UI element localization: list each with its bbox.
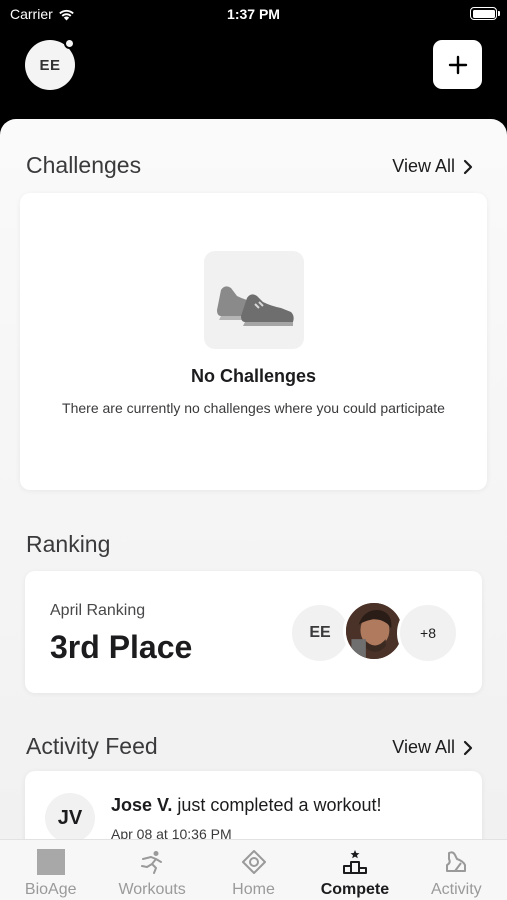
add-button[interactable] bbox=[433, 40, 482, 89]
bioage-icon bbox=[36, 848, 66, 876]
tab-home[interactable]: Home bbox=[203, 840, 304, 900]
person-photo-icon bbox=[346, 603, 402, 659]
participant-avatar: EE bbox=[289, 602, 351, 664]
ranking-heading: Ranking bbox=[26, 531, 111, 557]
podium-icon bbox=[340, 848, 370, 876]
sneakers-illustration bbox=[204, 251, 304, 349]
ranking-card[interactable]: April Ranking 3rd Place EE +8 bbox=[25, 571, 482, 693]
more-participants-count: +8 bbox=[397, 602, 459, 664]
tab-label: BioAge bbox=[24, 881, 77, 898]
activity-feed-view-all-link[interactable]: View All bbox=[392, 737, 473, 758]
empty-state-description: There are currently no challenges where … bbox=[62, 400, 445, 416]
view-all-label: View All bbox=[392, 156, 455, 176]
battery-icon bbox=[470, 7, 500, 20]
tab-label: Compete bbox=[320, 881, 390, 898]
view-all-label: View All bbox=[392, 737, 455, 757]
feed-action: just completed a workout! bbox=[177, 795, 382, 815]
main-content: Challenges View All No Challenges There … bbox=[0, 119, 507, 900]
empty-state-title: No Challenges bbox=[190, 366, 317, 386]
tab-bar: BioAge Workouts Home Compete Activity bbox=[0, 839, 507, 900]
tab-bioage[interactable]: BioAge bbox=[0, 840, 101, 900]
challenges-heading: Challenges bbox=[26, 152, 142, 178]
feed-user-avatar: JV bbox=[45, 793, 95, 843]
tab-label: Workouts bbox=[118, 881, 186, 898]
running-figure-icon bbox=[137, 848, 167, 876]
feed-user-name: Jose V. bbox=[111, 795, 173, 815]
tab-compete[interactable]: Compete bbox=[304, 840, 405, 900]
notification-dot bbox=[64, 38, 75, 49]
challenges-card: No Challenges There are currently no cha… bbox=[20, 193, 487, 490]
tab-label: Home bbox=[232, 881, 275, 898]
plus-icon bbox=[448, 55, 467, 74]
sneaker-icon bbox=[217, 286, 294, 326]
feed-item-text: Jose V. just completed a workout! bbox=[111, 795, 382, 816]
challenges-view-all-link[interactable]: View All bbox=[392, 156, 473, 177]
tab-activity[interactable]: Activity bbox=[406, 840, 507, 900]
tab-workouts[interactable]: Workouts bbox=[101, 840, 202, 900]
chevron-right-icon bbox=[463, 159, 473, 174]
home-target-icon bbox=[239, 848, 269, 876]
chevron-right-icon bbox=[463, 740, 473, 755]
ranking-period-label: April Ranking bbox=[50, 602, 146, 619]
activity-icon bbox=[441, 848, 471, 876]
ranking-place: 3rd Place bbox=[50, 629, 193, 665]
status-bar: Carrier 1:37 PM bbox=[0, 0, 507, 28]
clock: 1:37 PM bbox=[227, 6, 280, 22]
participant-photo-avatar bbox=[343, 600, 405, 662]
tab-label: Activity bbox=[430, 881, 482, 898]
activity-feed-heading: Activity Feed bbox=[26, 733, 158, 759]
